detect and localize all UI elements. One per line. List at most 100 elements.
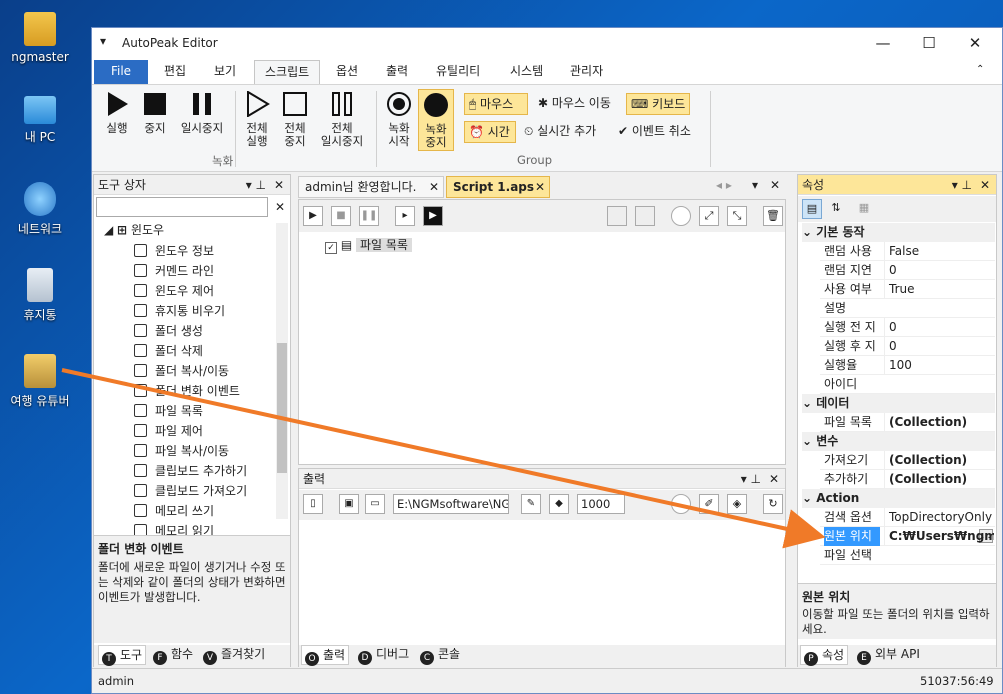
property-value[interactable]: False — [884, 242, 994, 261]
panel-menu-icon[interactable]: ▾ ⊥ — [952, 175, 972, 195]
tab-favorites[interactable]: V 즐겨찾기 — [200, 645, 268, 665]
panel-close-icon[interactable]: ✕ — [274, 175, 284, 195]
timer-icon[interactable] — [671, 494, 691, 514]
time-toggle[interactable]: ⏰ 시간 — [464, 121, 516, 143]
property-row[interactable]: 랜덤 사용 False — [820, 242, 995, 261]
new-file-icon[interactable]: ▯ — [303, 494, 323, 514]
tree-root-windows[interactable]: ◢ ⊞ 윈도우 — [104, 221, 164, 238]
panel-menu-icon[interactable]: ▾ ⊥ — [741, 469, 761, 489]
disable-icon[interactable] — [607, 206, 627, 226]
tab-external-api[interactable]: E 외부 API — [854, 645, 923, 665]
toolbox-item[interactable]: 파일 제어 — [134, 421, 203, 441]
property-category[interactable]: ⌄ 데이터 — [802, 394, 995, 413]
tab-utility[interactable]: 유틸리티 — [426, 60, 490, 84]
toolbox-item[interactable]: 폴더 생성 — [134, 321, 203, 341]
property-value[interactable]: 0 — [884, 318, 994, 337]
toolbox-item[interactable]: 윈도우 정보 — [134, 241, 214, 261]
mouse-toggle[interactable]: 🖱 마우스 — [464, 93, 528, 115]
property-value[interactable]: (Collection) — [884, 413, 994, 432]
enable-icon[interactable] — [635, 206, 655, 226]
save-icon[interactable]: ▣ — [339, 494, 359, 514]
property-row[interactable]: 가져오기 (Collection) — [820, 451, 995, 470]
property-row[interactable]: 아이디 — [820, 375, 995, 394]
collapse-icon[interactable]: ⌄ — [802, 434, 816, 448]
play-icon[interactable]: ▶ — [303, 206, 323, 226]
toolbox-item[interactable]: 윈도우 제어 — [134, 281, 214, 301]
tab-close-icon[interactable]: ✕ — [429, 177, 439, 197]
tab-welcome[interactable]: admin님 환영합니다. ✕ — [298, 176, 444, 198]
checkbox[interactable]: ✓ — [325, 242, 337, 254]
toolbox-item[interactable]: 파일 목록 — [134, 401, 203, 421]
collapse-ribbon-icon[interactable]: ⌃ — [976, 64, 984, 75]
circle-icon[interactable] — [671, 206, 691, 226]
minimize-button[interactable]: — — [860, 28, 906, 58]
editor-close-icon[interactable]: ✕ — [770, 178, 780, 192]
property-row[interactable]: … 원본 위치 C:₩Users₩ngma — [820, 527, 995, 546]
tab-list-icon[interactable]: ▾ — [752, 178, 758, 192]
realtime-add-toggle[interactable]: ⏲ 실시간 추가 — [520, 121, 600, 143]
sort-alpha-icon[interactable]: ⇅ — [826, 199, 846, 219]
property-value[interactable]: 100 — [884, 356, 994, 375]
script-item[interactable]: ✓ ▤ 파일 목록 — [325, 236, 412, 254]
record-start-button[interactable]: 녹화 시작 — [382, 91, 416, 148]
property-category[interactable]: ⌄ 변수 — [802, 432, 995, 451]
toolbox-scrollbar[interactable] — [276, 223, 288, 519]
output-path-input[interactable]: E:\NGMsoftware\NG — [393, 494, 509, 514]
property-row[interactable]: 사용 여부 True — [820, 280, 995, 299]
tab-properties[interactable]: P 속성 — [800, 645, 849, 666]
run-all-button[interactable]: 전체 실행 — [240, 90, 274, 148]
desktop-icon-recycle-bin[interactable]: 휴지통 — [4, 268, 76, 323]
property-category[interactable]: ⌄ 기본 동작 — [802, 223, 995, 242]
panel-close-icon[interactable]: ✕ — [980, 175, 990, 195]
tab-script-1[interactable]: Script 1.aps ✕ — [446, 176, 550, 198]
toolbox-item[interactable]: 폴더 삭제 — [134, 341, 203, 361]
property-row[interactable]: 실행 전 지 0 — [820, 318, 995, 337]
property-category[interactable]: ⌄ Action — [802, 489, 995, 508]
desktop-icon-my-pc[interactable]: 내 PC — [4, 96, 76, 145]
desktop-icon-network[interactable]: 네트워크 — [4, 182, 76, 237]
close-button[interactable]: ✕ — [952, 28, 998, 58]
property-row[interactable]: 파일 목록 (Collection) — [820, 413, 995, 432]
tab-scroll-icons[interactable]: ◂ ▸ — [716, 178, 732, 192]
tab-script[interactable]: 스크립트 — [254, 60, 321, 84]
tab-file[interactable]: File — [94, 60, 148, 84]
stop-icon[interactable]: ■ — [331, 206, 351, 226]
run-button[interactable]: 실행 — [100, 91, 134, 135]
tab-close-icon[interactable]: ✕ — [535, 177, 545, 197]
stop-button[interactable]: 중지 — [138, 91, 172, 135]
toolbox-search-input[interactable] — [96, 197, 268, 217]
pen-icon[interactable]: ✐ — [699, 494, 719, 514]
tab-view[interactable]: 보기 — [204, 60, 246, 84]
delete-icon[interactable]: 🗑 — [763, 206, 783, 226]
property-value[interactable]: (Collection) — [884, 470, 994, 489]
toolbox-item[interactable]: 폴더 복사/이동 — [134, 361, 229, 381]
tab-tools[interactable]: T 도구 — [98, 645, 147, 666]
property-value[interactable]: True — [884, 280, 994, 299]
property-value[interactable]: 0 — [884, 261, 994, 280]
toolbox-item[interactable]: 커멘드 라인 — [134, 261, 214, 281]
property-row[interactable]: 실행 후 지 0 — [820, 337, 995, 356]
event-cancel-toggle[interactable]: ✔ 이벤트 취소 — [614, 121, 695, 143]
step-icon[interactable]: ▸ — [395, 206, 415, 226]
toolbox-item[interactable]: 클립보드 가져오기 — [134, 481, 247, 501]
pause-button[interactable]: 일시중지 — [176, 91, 228, 135]
property-row[interactable]: 랜덤 지연 0 — [820, 261, 995, 280]
fill-icon[interactable]: ◈ — [727, 494, 747, 514]
property-row[interactable]: 파일 선택 — [820, 546, 995, 565]
title-bar[interactable]: ▾ AutoPeak Editor — ☐ ✕ — [92, 28, 1002, 58]
open-folder-icon[interactable]: ▭ — [365, 494, 385, 514]
property-value[interactable]: C:₩Users₩ngma — [884, 527, 994, 546]
property-row[interactable]: 설명 — [820, 299, 995, 318]
toolbox-item[interactable]: 폴더 변화 이벤트 — [134, 381, 240, 401]
record-stop-button[interactable]: 녹화 중지 — [418, 89, 454, 151]
tab-options[interactable]: 옵션 — [326, 60, 368, 84]
scroll-thumb[interactable] — [277, 343, 287, 473]
property-value[interactable]: (Collection) — [884, 451, 994, 470]
refresh-icon[interactable]: ↻ — [763, 494, 783, 514]
quick-access-menu-icon[interactable]: ▾ — [100, 34, 106, 48]
tab-system[interactable]: 시스템 — [500, 60, 553, 84]
property-value[interactable]: 0 — [884, 337, 994, 356]
desktop-icon-ngmaster[interactable]: ngmaster — [4, 12, 76, 64]
panel-menu-icon[interactable]: ▾ ⊥ — [246, 175, 266, 195]
property-row[interactable]: 검색 옵션 TopDirectoryOnly — [820, 508, 995, 527]
